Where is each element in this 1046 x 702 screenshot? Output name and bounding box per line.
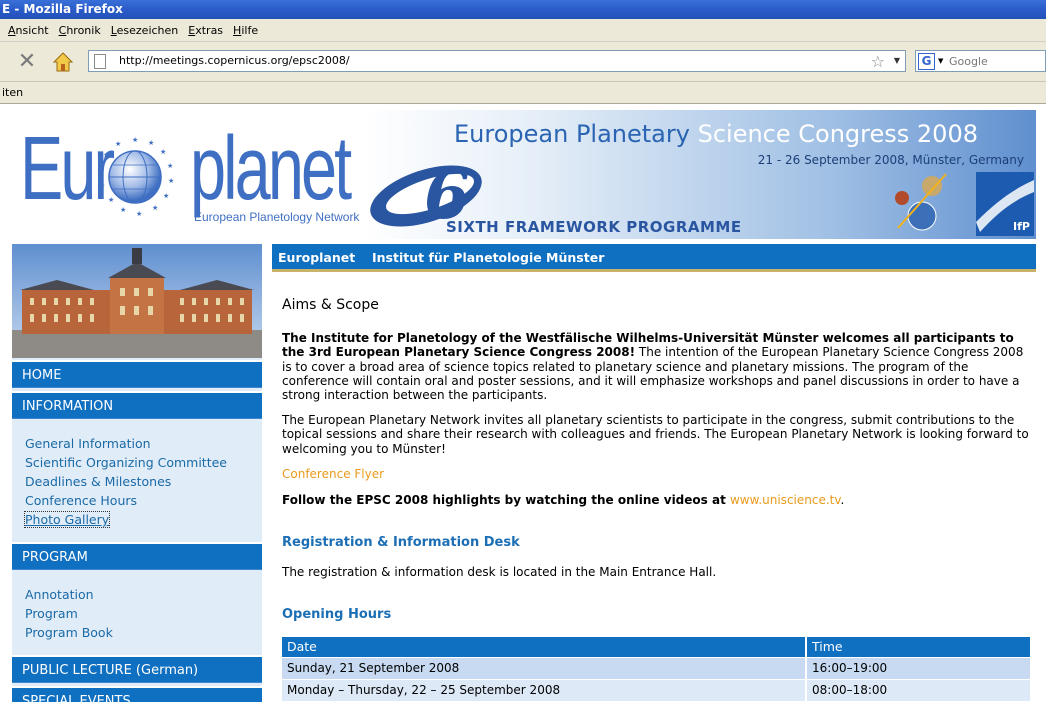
svg-text:★: ★ (99, 182, 105, 190)
sidebar: HOME INFORMATION General Information Sci… (12, 244, 262, 702)
nav-public-lecture[interactable]: PUBLIC LECTURE (German) (12, 655, 262, 683)
network-paragraph: The European Planetary Network invites a… (282, 413, 1029, 456)
nav-program[interactable]: PROGRAM (12, 542, 262, 570)
sidebar-link-general-information[interactable]: General Information (25, 436, 151, 451)
nav-information[interactable]: INFORMATION (12, 391, 262, 419)
svg-text:★: ★ (120, 206, 126, 214)
table-header-date: Date (282, 637, 807, 657)
videos-text: Follow the EPSC 2008 highlights by watch… (282, 493, 730, 507)
nav-special-events[interactable]: SPECIAL EVENTS (12, 686, 262, 702)
bookmark-star-icon[interactable]: ☆ (871, 52, 885, 71)
congress-title-blue: European Planetary (454, 120, 690, 148)
fp6-label: SIXTH FRAMEWORK PROGRAMME (446, 218, 742, 236)
top-navigation: Europlanet Institut für Planetologie Mün… (272, 244, 1036, 272)
congress-title-white: Science Congress 2008 (697, 120, 978, 148)
svg-text:★: ★ (115, 140, 121, 148)
table-row: Sunday, 21 September 2008 16:00–19:00 (282, 656, 1032, 679)
navigation-toolbar: ✕ http://meetings.copernicus.org/epsc200… (0, 42, 1046, 82)
congress-date: 21 - 26 September 2008, Münster, Germany (757, 153, 1024, 167)
search-box[interactable]: G ▼ Google (915, 50, 1046, 72)
sidebar-link-photo-gallery[interactable]: Photo Gallery (23, 511, 111, 528)
castle-photo (12, 244, 262, 358)
globe-icon: ★ ★★ ★★★ ★★★ ★★★ ★★ (98, 136, 174, 218)
table-cell-date: Sunday, 21 September 2008 (282, 656, 807, 679)
web-page: Eur ★ ★ ★ ★ ★ ★ ★ ★ ★ ★ ★ ★ ★ ★ planet E… (0, 104, 1046, 702)
url-dropdown-icon[interactable]: ▼ (894, 56, 900, 65)
svg-text:★: ★ (108, 196, 114, 204)
table-cell-time: 08:00–18:00 (806, 678, 1032, 701)
svg-text:★: ★ (103, 151, 109, 159)
window-title: E - Mozilla Firefox (0, 0, 1046, 19)
stop-icon[interactable]: ✕ (16, 51, 38, 73)
videos-end: . (840, 493, 845, 507)
svg-text:★: ★ (163, 192, 169, 200)
intro-paragraph: The Institute for Planetology of the Wes… (282, 331, 1032, 402)
opening-hours-heading: Opening Hours (282, 607, 392, 622)
url-bar[interactable]: http://meetings.copernicus.org/epsc2008/… (88, 50, 906, 72)
search-engine-dropdown-icon[interactable]: ▼ (938, 57, 943, 65)
menu-hilfe[interactable]: Hilfe (233, 24, 258, 37)
svg-text:★: ★ (98, 166, 104, 174)
sidebar-link-scientific-organizing-committee[interactable]: Scientific Organizing Committee (25, 455, 227, 470)
table-header-row: Date Time (282, 637, 1032, 657)
menu-chronik[interactable]: Chronik (59, 24, 101, 37)
sidebar-link-conference-hours[interactable]: Conference Hours (25, 493, 137, 508)
home-icon[interactable] (52, 51, 74, 73)
conference-flyer-link[interactable]: Conference Flyer (282, 467, 1032, 481)
svg-text:★: ★ (152, 204, 158, 212)
topnav-europlanet[interactable]: Europlanet (278, 250, 355, 265)
main-content: Aims & Scope The Institute for Planetolo… (272, 275, 1036, 702)
svg-text:★: ★ (168, 177, 174, 185)
congress-title: European Planetary Science Congress 2008 (454, 120, 978, 148)
bookmarks-toolbar: iten (0, 82, 1046, 104)
registration-heading: Registration & Information Desk (282, 535, 520, 550)
logo-tagline: European Planetology Network (194, 210, 360, 224)
uniscience-link[interactable]: www.uniscience.tv (730, 493, 841, 507)
url-input[interactable]: http://meetings.copernicus.org/epsc2008/ (119, 54, 350, 67)
table-header-time: Time (806, 637, 1032, 657)
menu-lesezeichen[interactable]: Lesezeichen (111, 24, 179, 37)
opening-hours-table: Date Time Sunday, 21 September 2008 16:0… (282, 637, 1032, 701)
epsc-logo-icon (895, 173, 947, 231)
videos-paragraph: Follow the EPSC 2008 highlights by watch… (282, 493, 1032, 507)
table-cell-time: 16:00–19:00 (806, 656, 1032, 679)
europlanet-logo-text-2: planet (190, 119, 352, 219)
sidebar-link-program[interactable]: Program (25, 606, 78, 621)
menubar: Ansicht Chronik Lesezeichen Extras Hilfe (0, 19, 1046, 42)
svg-text:★: ★ (167, 162, 173, 170)
svg-text:★: ★ (136, 210, 142, 218)
topnav-institut-planetologie[interactable]: Institut für Planetologie Münster (372, 250, 604, 265)
page-icon (94, 54, 106, 69)
ifp-logo: IfP (976, 172, 1034, 236)
sidebar-link-annotation[interactable]: Annotation (25, 587, 94, 602)
sidebar-link-program-book[interactable]: Program Book (25, 625, 113, 640)
menu-ansicht[interactable]: Ansicht (8, 24, 49, 37)
svg-text:★: ★ (160, 148, 166, 156)
ifp-label: IfP (1013, 220, 1030, 233)
menu-extras[interactable]: Extras (188, 24, 223, 37)
nav-home[interactable]: HOME (12, 360, 262, 388)
svg-text:★: ★ (148, 139, 154, 147)
svg-text:★: ★ (132, 136, 138, 144)
search-input[interactable]: Google (949, 55, 988, 68)
search-engine-icon[interactable]: G (918, 53, 935, 70)
registration-text: The registration & information desk is l… (282, 565, 717, 579)
sidebar-link-deadlines-milestones[interactable]: Deadlines & Milestones (25, 474, 171, 489)
table-row: Monday – Thursday, 22 – 25 September 200… (282, 678, 1032, 701)
table-cell-date: Monday – Thursday, 22 – 25 September 200… (282, 678, 807, 701)
page-title: Aims & Scope (282, 297, 379, 313)
header-banner: Eur ★ ★ ★ ★ ★ ★ ★ ★ ★ ★ ★ ★ ★ ★ planet E… (12, 110, 1036, 239)
